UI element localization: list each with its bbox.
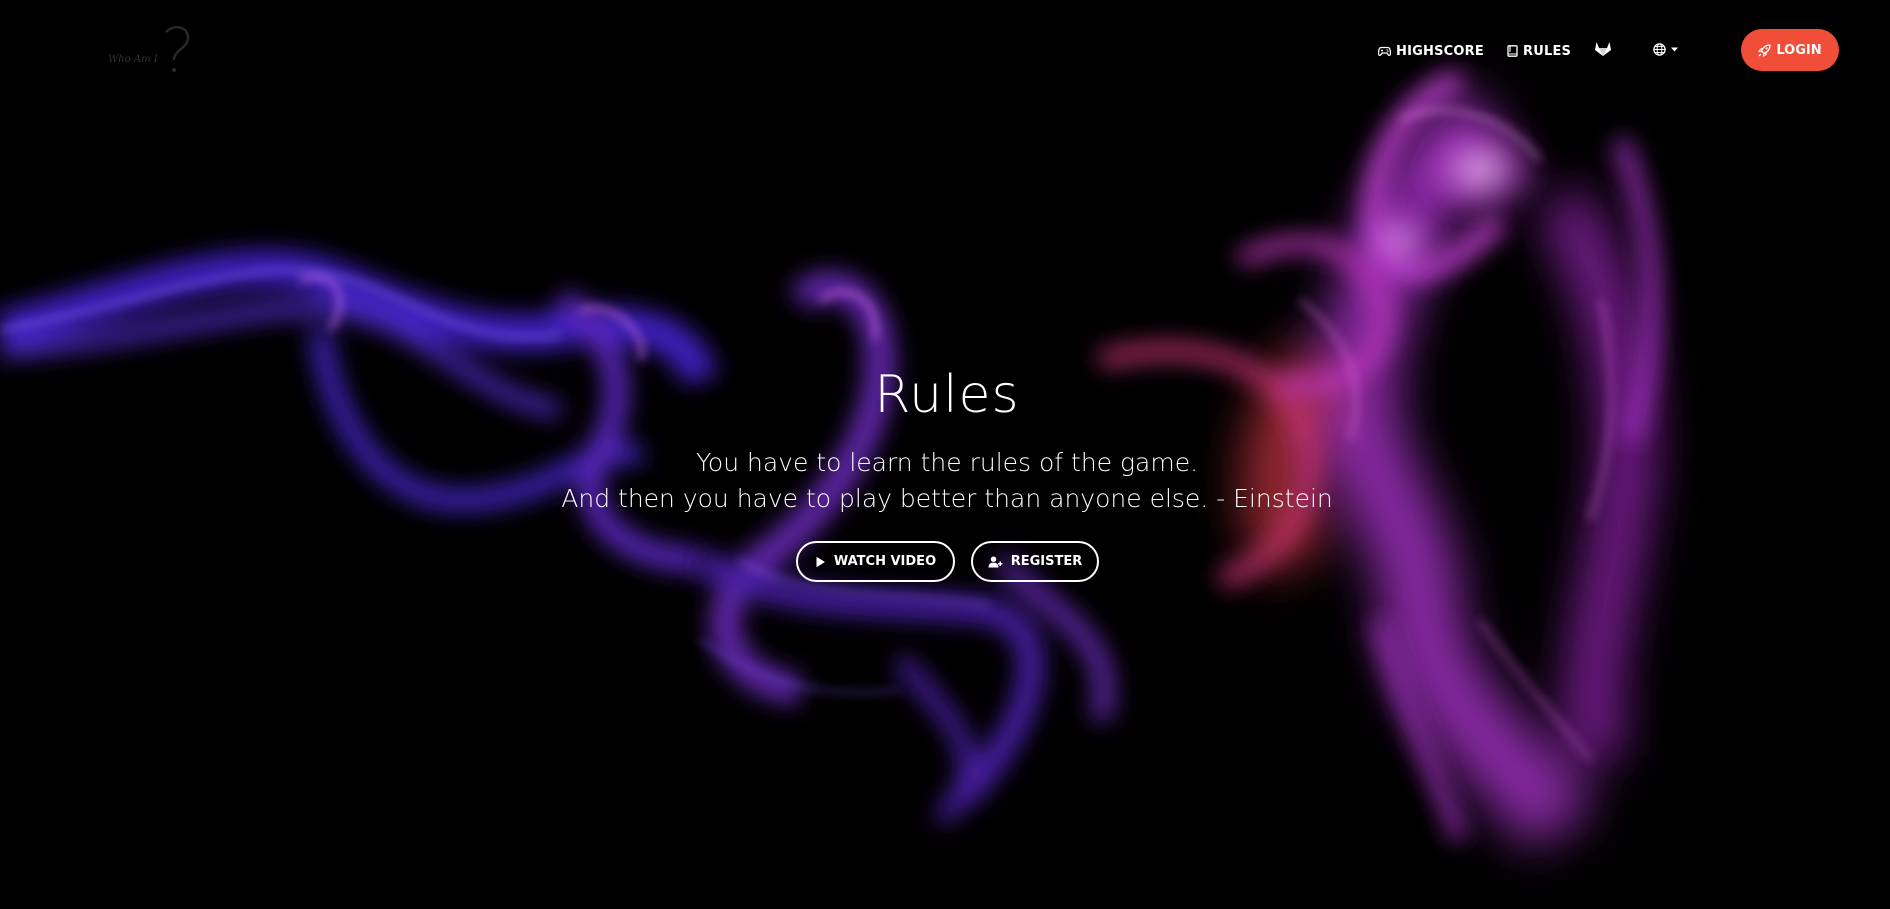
nav-highscore[interactable]: HIGHSCORE [1378, 41, 1484, 61]
register-label: REGISTER [1010, 554, 1083, 569]
watch-video-button[interactable]: WATCH VIDEO [796, 541, 955, 582]
caret-down-icon [1671, 47, 1678, 51]
book-icon [1507, 45, 1518, 57]
play-icon [816, 556, 825, 567]
nav-rules-label: RULES [1523, 43, 1572, 59]
nav-highscore-label: HIGHSCORE [1396, 43, 1484, 59]
rules-page: Who Am I HIGHSCORE RULES LOGIN Rules You… [0, 0, 1890, 909]
login-button[interactable]: LOGIN [1741, 29, 1839, 71]
quote-line-1: You have to learn the rules of the game. [695, 448, 1199, 477]
language-dropdown[interactable] [1653, 39, 1678, 59]
gamepad-icon [1378, 46, 1391, 56]
register-button[interactable]: REGISTER [971, 541, 1099, 582]
globe-icon [1653, 42, 1666, 56]
quote-line-2: And then you have to play better than an… [561, 484, 1333, 513]
watch-video-label: WATCH VIDEO [833, 554, 937, 569]
login-label: LOGIN [1776, 42, 1822, 58]
gitlab-icon [1595, 41, 1611, 56]
user-plus-icon [988, 556, 1003, 567]
rocket-icon [1758, 43, 1772, 57]
nav-gitlab[interactable] [1594, 38, 1612, 58]
page-title: Rules [874, 365, 1020, 425]
nav-rules[interactable]: RULES [1507, 41, 1571, 61]
top-navbar: HIGHSCORE RULES LOGIN [0, 29, 1890, 73]
